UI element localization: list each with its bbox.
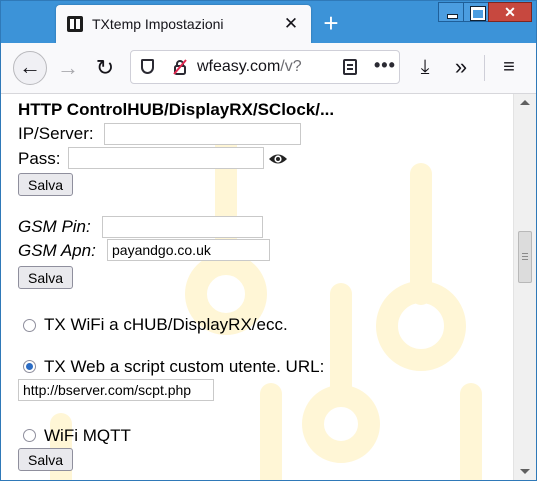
scrollbar-grip — [522, 253, 528, 255]
new-tab-button[interactable]: + — [317, 10, 345, 38]
radio-tx-wifi-label: TX WiFi a cHUB/DisplayRX/ecc. — [44, 315, 288, 334]
vertical-scrollbar[interactable] — [513, 94, 536, 480]
page-content: HTTP ControlHUB/DisplayRX/SClock/... IP/… — [1, 94, 513, 480]
scroll-up-icon[interactable] — [520, 100, 530, 105]
browser-window: TXtemp Impostazioni ✕ + ✕ ← → ↻ wfeasy.c… — [0, 0, 537, 481]
reload-button[interactable]: ↻ — [88, 51, 122, 85]
url-domain: wfeasy.com — [197, 58, 281, 75]
tab-close-icon[interactable]: ✕ — [281, 14, 301, 34]
toolbar-separator — [484, 55, 485, 81]
radio-tx-web-label: TX Web a script custom utente. URL: — [44, 357, 325, 376]
save-button-gsm[interactable]: Salva — [18, 266, 74, 289]
title-bar: TXtemp Impostazioni ✕ + ✕ — [1, 1, 536, 43]
ip-server-input[interactable] — [104, 123, 301, 145]
back-button[interactable]: ← — [13, 51, 47, 85]
show-password-eye-icon[interactable] — [268, 152, 288, 166]
gsm-apn-label: GSM Apn: — [18, 241, 96, 260]
navigation-toolbar: ← → ↻ wfeasy.com/v? ••• ⤓ » ≡ — [1, 43, 536, 94]
scrollbar-grip — [522, 259, 528, 261]
minimize-button[interactable] — [438, 2, 464, 22]
maximize-button[interactable] — [463, 2, 489, 22]
page-actions-icon[interactable]: ••• — [374, 55, 396, 76]
scroll-down-icon[interactable] — [520, 469, 530, 474]
gsm-apn-input[interactable] — [107, 239, 270, 261]
close-window-button[interactable]: ✕ — [488, 2, 532, 22]
gsm-pin-label: GSM Pin: — [18, 217, 91, 236]
radio-wifi-mqtt[interactable] — [23, 429, 36, 442]
radio-wifi-mqtt-label: WiFi MQTT — [44, 426, 131, 445]
site-favicon-icon — [67, 16, 83, 32]
url-text[interactable]: wfeasy.com/v? — [197, 58, 302, 76]
gsm-pin-input[interactable] — [102, 216, 263, 238]
insecure-lock-icon[interactable] — [173, 59, 187, 75]
window-controls: ✕ — [438, 2, 532, 24]
page-title: HTTP ControlHUB/DisplayRX/SClock/... — [18, 100, 335, 119]
browser-tab[interactable]: TXtemp Impostazioni ✕ — [56, 5, 311, 43]
address-bar[interactable]: wfeasy.com/v? ••• — [130, 50, 400, 84]
reader-view-icon[interactable] — [343, 59, 357, 75]
hamburger-menu-icon[interactable]: ≡ — [497, 55, 521, 79]
scrollbar-thumb[interactable] — [518, 231, 532, 284]
ip-server-label: IP/Server: — [18, 124, 94, 143]
save-button-mode[interactable]: Salva — [18, 448, 74, 471]
overflow-menu-icon[interactable]: » — [449, 55, 473, 79]
script-url-input[interactable] — [18, 379, 214, 401]
tracking-protection-shield-icon[interactable] — [141, 59, 154, 74]
close-icon: ✕ — [504, 4, 516, 20]
tab-title: TXtemp Impostazioni — [92, 16, 224, 32]
download-icon[interactable]: ⤓ — [413, 55, 437, 79]
radio-tx-wifi[interactable] — [23, 319, 36, 332]
forward-button[interactable]: → — [51, 51, 85, 85]
radio-tx-web[interactable] — [23, 360, 36, 373]
password-input[interactable] — [68, 147, 264, 169]
save-button-server[interactable]: Salva — [18, 173, 74, 196]
scrollbar-grip — [522, 256, 528, 258]
url-path: /v? — [280, 58, 302, 75]
password-label: Pass: — [18, 149, 61, 168]
